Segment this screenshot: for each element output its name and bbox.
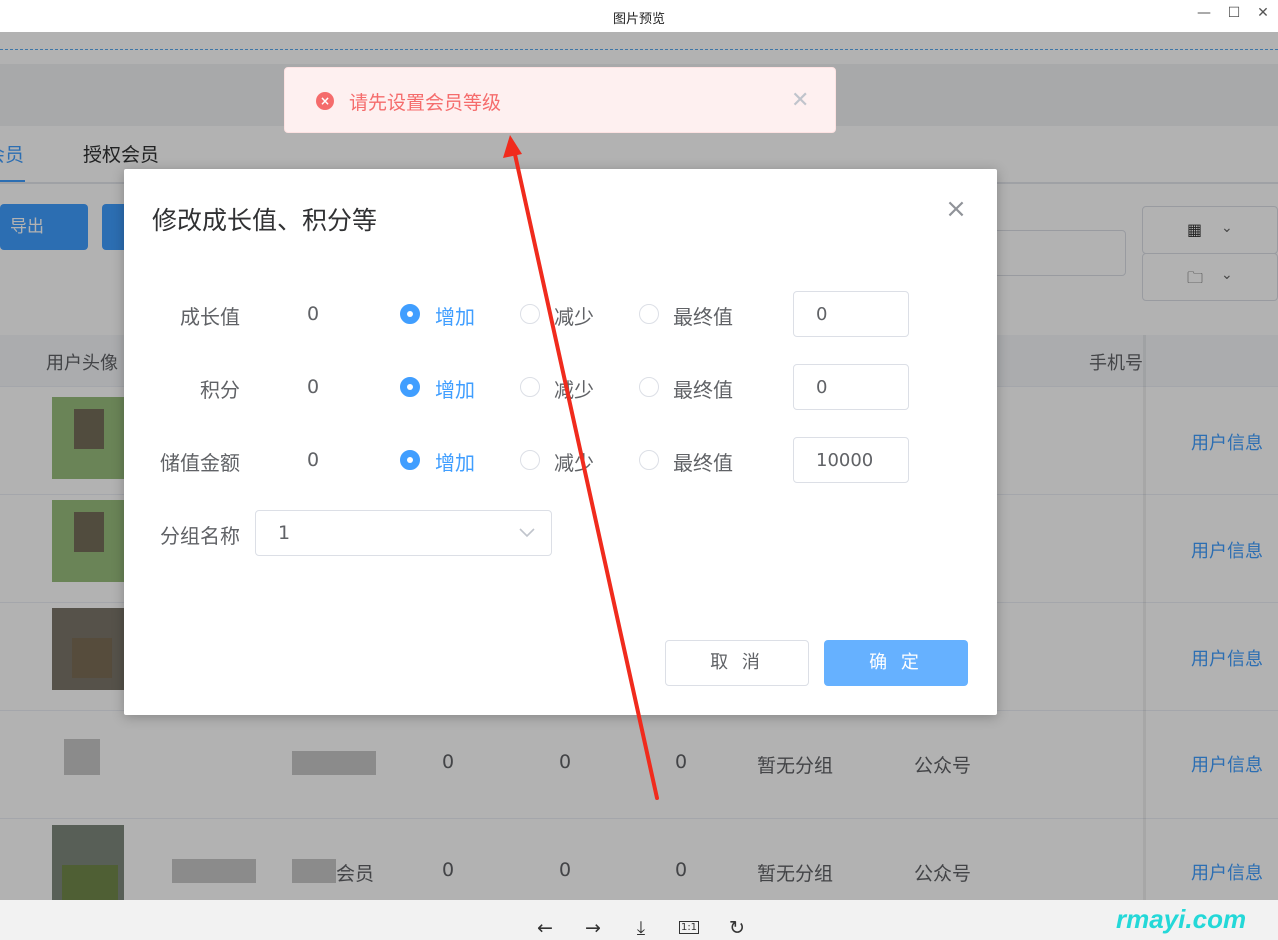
close-icon[interactable]: ✕ <box>791 88 809 113</box>
balance-radio-increase[interactable] <box>400 450 420 470</box>
actual-size-label: 1:1 <box>678 921 700 934</box>
points-option-increase[interactable]: 增加 <box>435 374 475 403</box>
group-select-value: 1 <box>278 522 291 544</box>
growth-current-value: 0 <box>307 303 320 325</box>
points-label: 积分 <box>200 378 240 402</box>
balance-value-input[interactable] <box>793 437 909 483</box>
dialog-title: 修改成长值、积分等 <box>152 206 378 235</box>
minimize-button[interactable]: — <box>1193 4 1215 22</box>
balance-radio-decrease[interactable] <box>520 450 540 470</box>
balance-option-final[interactable]: 最终值 <box>673 447 733 476</box>
points-option-final[interactable]: 最终值 <box>673 374 733 403</box>
balance-current-value: 0 <box>307 449 320 471</box>
balance-option-increase[interactable]: 增加 <box>435 447 475 476</box>
points-value-input[interactable] <box>793 364 909 410</box>
balance-option-decrease[interactable]: 减少 <box>554 447 594 476</box>
maximize-button[interactable]: ☐ <box>1223 4 1245 22</box>
close-window-button[interactable]: ✕ <box>1252 4 1274 22</box>
download-icon[interactable]: ⤓ <box>629 916 653 940</box>
balance-radio-final[interactable] <box>639 450 659 470</box>
rotate-icon[interactable]: ↻ <box>725 916 749 940</box>
next-icon[interactable]: → <box>581 916 605 940</box>
growth-value-input[interactable] <box>793 291 909 337</box>
close-icon[interactable]: × <box>944 196 968 222</box>
points-radio-increase[interactable] <box>400 377 420 397</box>
balance-label: 储值金额 <box>160 451 240 475</box>
cancel-button[interactable]: 取 消 <box>665 640 809 686</box>
group-label: 分组名称 <box>160 524 240 548</box>
growth-option-final[interactable]: 最终值 <box>673 301 733 330</box>
growth-radio-decrease[interactable] <box>520 304 540 324</box>
growth-option-decrease[interactable]: 减少 <box>554 301 594 330</box>
growth-radio-final[interactable] <box>639 304 659 324</box>
chevron-down-icon <box>519 528 535 538</box>
growth-option-increase[interactable]: 增加 <box>435 301 475 330</box>
growth-radio-increase[interactable] <box>400 304 420 324</box>
points-option-decrease[interactable]: 减少 <box>554 374 594 403</box>
points-radio-final[interactable] <box>639 377 659 397</box>
points-radio-decrease[interactable] <box>520 377 540 397</box>
window-titlebar: 图片预览 — ☐ ✕ <box>0 0 1278 32</box>
points-current-value: 0 <box>307 376 320 398</box>
confirm-button[interactable]: 确 定 <box>824 640 968 686</box>
growth-label: 成长值 <box>180 305 240 329</box>
actual-size-icon[interactable]: 1:1 <box>677 916 701 940</box>
error-message: × 请先设置会员等级 ✕ <box>284 67 836 133</box>
edit-growth-dialog: 修改成长值、积分等 × 成长值 0 增加 减少 最终值 积分 0 增加 减少 最… <box>124 169 997 715</box>
error-icon: × <box>316 92 334 110</box>
error-message-text: 请先设置会员等级 <box>349 92 502 114</box>
watermark: rmayi.com <box>1116 904 1247 934</box>
prev-icon[interactable]: ← <box>533 916 557 940</box>
window-title: 图片预览 <box>612 12 665 27</box>
group-select[interactable]: 1 <box>255 510 552 556</box>
